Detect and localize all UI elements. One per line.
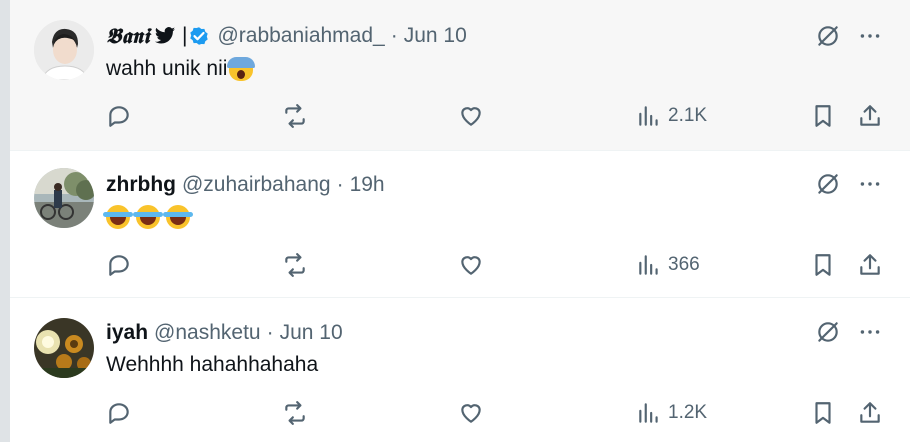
- tweet-header: iyah @nashketu · Jun 10: [106, 319, 343, 347]
- view-count: 1.2K: [668, 402, 708, 423]
- reply-tweet[interactable]: 𝕭𝖆𝖓𝖎 | @rabbaniahmad_ · Jun 10 wahh unik…: [10, 0, 910, 151]
- tweet-text: wahh unik nii: [106, 57, 259, 85]
- reply-icon: [109, 403, 129, 424]
- share-icon: [860, 402, 880, 423]
- scream-emoji-icon: [227, 57, 256, 82]
- reply-tweet[interactable]: iyah @nashketu · Jun 10 Wehhhh hahahhaha…: [10, 298, 910, 442]
- display-name[interactable]: iyah: [106, 321, 148, 345]
- tweet-text: [103, 205, 196, 233]
- reply-icon: [109, 255, 129, 276]
- heart-icon: [461, 404, 481, 423]
- avatar[interactable]: [34, 318, 94, 378]
- reply-icon: [109, 106, 129, 127]
- reply-tweet[interactable]: zhrbhg @zuhairbahang · 19h 366: [10, 150, 910, 298]
- bird-icon: [154, 26, 176, 46]
- share-button[interactable]: [857, 398, 883, 428]
- more-options-icon[interactable]: [856, 22, 884, 50]
- display-name[interactable]: zhrbhg: [106, 173, 176, 197]
- share-button[interactable]: [857, 101, 883, 131]
- view-count: 2.1K: [668, 105, 708, 126]
- bookmark-button[interactable]: [810, 398, 836, 428]
- like-button[interactable]: [458, 250, 484, 280]
- views-button[interactable]: 366: [636, 250, 700, 280]
- analytics-icon: [639, 106, 658, 126]
- tweet-header: zhrbhg @zuhairbahang · 19h: [106, 171, 385, 199]
- laugh-emoji-icon: [163, 205, 193, 230]
- timestamp[interactable]: Jun 10: [280, 321, 343, 345]
- heart-icon: [461, 256, 481, 275]
- retweet-icon: [285, 104, 305, 128]
- tweet-text-content: Wehhhh hahahhahaha: [106, 353, 319, 376]
- handle[interactable]: @rabbaniahmad_: [217, 24, 384, 48]
- action-bar: 2.1K: [10, 101, 910, 131]
- views-button[interactable]: 2.1K: [636, 101, 707, 131]
- analytics-icon: [639, 403, 658, 423]
- bookmark-icon: [815, 105, 831, 127]
- retweet-icon: [285, 253, 305, 277]
- dot-separator: ·: [390, 24, 398, 47]
- action-bar: 366: [10, 250, 910, 280]
- like-button[interactable]: [458, 101, 484, 131]
- grok-icon[interactable]: [814, 318, 842, 346]
- handle[interactable]: @zuhairbahang: [182, 173, 331, 197]
- tweet-text: Wehhhh hahahhahaha: [106, 353, 318, 381]
- share-icon: [860, 105, 880, 126]
- verified-badge-icon: [187, 24, 211, 48]
- retweet-button[interactable]: [282, 101, 308, 131]
- bookmark-button[interactable]: [810, 101, 836, 131]
- reply-feed: 𝕭𝖆𝖓𝖎 | @rabbaniahmad_ · Jun 10 wahh unik…: [10, 0, 910, 442]
- dot-separator: ·: [266, 321, 274, 344]
- grok-icon[interactable]: [814, 22, 842, 50]
- avatar[interactable]: [34, 20, 94, 80]
- tweet-header: 𝕭𝖆𝖓𝖎 | @rabbaniahmad_ · Jun 10: [106, 22, 467, 50]
- reply-button[interactable]: [106, 101, 132, 131]
- retweet-button[interactable]: [282, 398, 308, 428]
- retweet-button[interactable]: [282, 250, 308, 280]
- views-button[interactable]: 1.2K: [636, 398, 707, 428]
- laugh-emoji-icon: [133, 205, 163, 230]
- retweet-icon: [285, 401, 305, 425]
- more-options-icon[interactable]: [856, 170, 884, 198]
- share-icon: [860, 254, 880, 275]
- bookmark-button[interactable]: [810, 250, 836, 280]
- more-options-icon[interactable]: [856, 318, 884, 346]
- reply-button[interactable]: [106, 250, 132, 280]
- avatar[interactable]: [34, 168, 94, 228]
- handle[interactable]: @nashketu: [154, 321, 261, 345]
- timestamp[interactable]: 19h: [350, 173, 385, 197]
- analytics-icon: [639, 255, 658, 275]
- heart-icon: [461, 107, 481, 126]
- view-count: 366: [668, 254, 700, 275]
- tweet-text-content: wahh unik nii: [106, 57, 228, 80]
- laugh-emoji-icon: [103, 205, 133, 230]
- like-button[interactable]: [458, 398, 484, 428]
- display-name[interactable]: 𝕭𝖆𝖓𝖎: [106, 23, 150, 49]
- share-button[interactable]: [857, 250, 883, 280]
- timestamp[interactable]: Jun 10: [404, 24, 467, 48]
- bookmark-icon: [815, 254, 831, 276]
- action-bar: 1.2K: [10, 398, 910, 428]
- grok-icon[interactable]: [814, 170, 842, 198]
- bookmark-icon: [815, 402, 831, 424]
- dot-separator: ·: [336, 173, 344, 196]
- reply-button[interactable]: [106, 398, 132, 428]
